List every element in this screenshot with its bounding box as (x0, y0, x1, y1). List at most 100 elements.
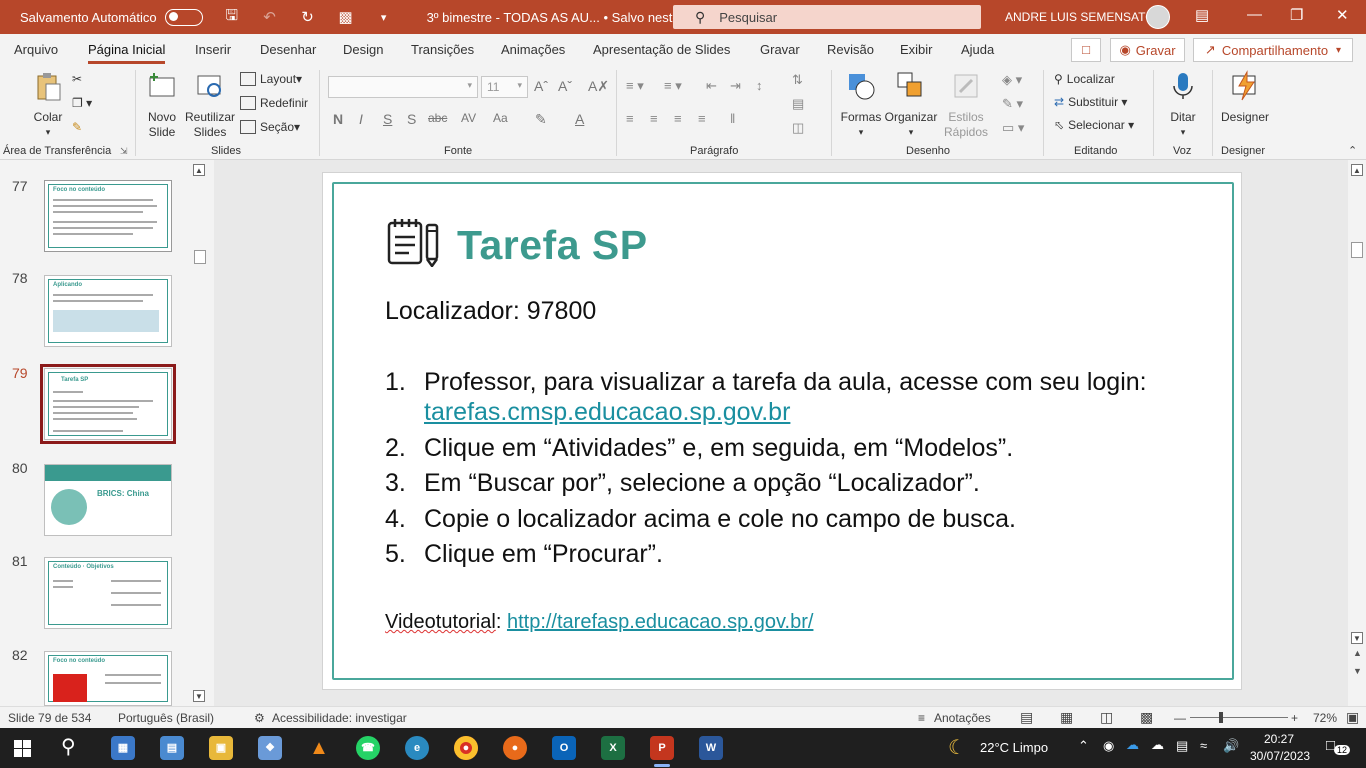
decrease-indent-icon[interactable]: ⇤ (706, 78, 717, 94)
underline-icon[interactable]: S (383, 111, 392, 127)
weather-status[interactable]: 22°C Limpo (980, 740, 1048, 755)
align-right-icon[interactable]: ≡ (674, 111, 682, 126)
tab-transicoes[interactable]: Transições (411, 42, 474, 57)
columns-icon[interactable]: ‖ (730, 111, 735, 126)
teams-icon[interactable]: ▤ (160, 736, 184, 760)
layout-button[interactable]: Layout ▾ (240, 72, 302, 86)
word-icon[interactable]: W (699, 736, 723, 760)
tab-exibir[interactable]: Exibir (900, 42, 933, 57)
accessibility-icon[interactable]: ⚙ (254, 711, 265, 725)
powerpoint-icon[interactable]: P (650, 736, 674, 767)
excel-icon[interactable]: X (601, 736, 625, 760)
tab-arquivo[interactable]: Arquivo (14, 42, 58, 57)
font-name-select[interactable]: ▾ (328, 76, 478, 98)
widgets-icon[interactable]: ▦ (111, 736, 135, 760)
quick-styles-button[interactable]: Estilos Rápidos (938, 70, 994, 140)
justify-icon[interactable]: ≡ (698, 111, 706, 126)
section-button[interactable]: Seção ▾ (240, 120, 300, 134)
record-button[interactable]: ◉ Gravar (1110, 38, 1185, 62)
chevron-up-icon[interactable]: ⌃ (1078, 738, 1089, 754)
slide-sorter-icon[interactable]: ▦ (1060, 709, 1073, 726)
autosave-toggle[interactable] (164, 8, 203, 26)
tab-apresentacao[interactable]: Apresentação de Slides (593, 42, 730, 57)
cloud-icon[interactable]: ☁ (1151, 737, 1164, 753)
tab-pagina-inicial[interactable]: Página Inicial (88, 42, 166, 64)
highlight-icon[interactable]: ✎ (535, 111, 547, 128)
tab-ajuda[interactable]: Ajuda (961, 42, 994, 57)
scroll-down-arrow[interactable]: ▼ (193, 690, 205, 702)
select-button[interactable]: ⬁ Selecionar ▾ (1054, 118, 1134, 132)
numbering-icon[interactable]: ≡ ▾ (664, 78, 682, 94)
paint-icon[interactable]: ❖ (258, 736, 282, 760)
font-size-select[interactable]: 11 ▾ (481, 76, 528, 98)
format-painter-icon[interactable]: ✎ (72, 120, 82, 134)
increase-indent-icon[interactable]: ⇥ (730, 78, 741, 94)
fit-slide-icon[interactable]: ▣ (1346, 709, 1359, 726)
scroll-up-arrow[interactable]: ▲ (1351, 164, 1363, 176)
edge-icon[interactable]: e (405, 736, 429, 760)
slide-thumbnail-81[interactable]: Conteúdo · Objetivos (44, 557, 172, 629)
dialog-launcher-icon[interactable]: ⇲ (120, 146, 128, 157)
avatar[interactable] (1146, 5, 1170, 29)
next-slide-icon[interactable]: ▼ (1353, 666, 1362, 676)
autosave[interactable]: Salvamento Automático (20, 8, 203, 26)
chrome-icon[interactable]: ● (454, 736, 478, 760)
designer-button[interactable]: Designer (1218, 70, 1272, 125)
tab-desenhar[interactable]: Desenhar (260, 42, 316, 57)
shape-fill-icon[interactable]: ◈ ▾ (1002, 72, 1022, 88)
clear-format-icon[interactable]: A✗ (588, 78, 609, 95)
reset-button[interactable]: Redefinir (240, 96, 308, 110)
meet-icon[interactable]: ◉ (1103, 738, 1114, 754)
clock-time[interactable]: 20:27 (1264, 732, 1294, 746)
ribbon-display-icon[interactable]: ▤ (1195, 6, 1209, 24)
slide-thumbnail-77[interactable]: Foco no conteúdo (44, 180, 172, 252)
thumbnail-scrollbar[interactable]: ▲ ▼ (193, 160, 207, 706)
zoom-level[interactable]: 72% (1313, 711, 1337, 725)
tab-revisao[interactable]: Revisão (827, 42, 874, 57)
present-icon[interactable]: ▩ (337, 8, 355, 26)
tab-animacoes[interactable]: Animações (501, 42, 565, 57)
whatsapp-icon[interactable]: ☎ (356, 736, 380, 760)
italic-icon[interactable]: I (359, 111, 363, 127)
clock-date[interactable]: 30/07/2023 (1250, 749, 1310, 763)
align-text-icon[interactable]: ▤ (792, 96, 804, 112)
reuse-slides-button[interactable]: Reutilizar Slides (184, 70, 236, 140)
font-color-icon[interactable]: A (575, 111, 584, 127)
file-explorer-icon[interactable]: ▣ (209, 736, 233, 760)
notes-button[interactable]: Anotações (934, 711, 991, 725)
previous-slide-icon[interactable]: ▲ (1353, 648, 1362, 658)
scroll-down-arrow[interactable]: ▼ (1351, 632, 1363, 644)
slide-title[interactable]: Tarefa SP (457, 222, 648, 269)
search-icon[interactable]: ⚲ (61, 734, 76, 759)
smartart-icon[interactable]: ◫ (792, 120, 804, 136)
slide-thumbnail-80[interactable]: BRICS: China (44, 464, 172, 536)
steps-list[interactable]: 1. Professor, para visualizar a tarefa d… (385, 367, 1165, 575)
scroll-up-arrow[interactable]: ▲ (193, 164, 205, 176)
slide-thumbnail-79[interactable]: Tarefa SP (40, 364, 176, 444)
collapse-ribbon-icon[interactable]: ⌃ (1348, 144, 1357, 157)
minimize-icon[interactable]: — (1247, 6, 1262, 23)
shapes-button[interactable]: Formas ▾ (838, 70, 884, 140)
slide-thumbnail-78[interactable]: Aplicando (44, 275, 172, 347)
bullets-icon[interactable]: ≡ ▾ (626, 78, 644, 94)
normal-view-icon[interactable]: ▤ (1020, 709, 1033, 726)
restore-icon[interactable]: ❐ (1290, 6, 1303, 24)
dictate-button[interactable]: Ditar ▾ (1162, 70, 1204, 140)
tarefas-link[interactable]: tarefas.cmsp.educacao.sp.gov.br (424, 398, 790, 426)
spacing-icon[interactable]: AV (461, 111, 476, 125)
decrease-font-icon[interactable]: Aˇ (558, 78, 572, 94)
save-icon[interactable]: 🖫 (223, 5, 241, 30)
search-input[interactable]: ⚲ Pesquisar (673, 5, 981, 29)
text-direction-icon[interactable]: ⇅ (792, 72, 803, 88)
arrange-button[interactable]: Organizar ▾ (884, 70, 938, 140)
zoom-slider-thumb[interactable] (1219, 712, 1223, 723)
tab-gravar[interactable]: Gravar (760, 42, 800, 57)
weather-icon[interactable]: ☾ (948, 735, 966, 760)
notes-icon[interactable]: ≡ (918, 711, 925, 725)
increase-font-icon[interactable]: Aˆ (534, 78, 548, 94)
zoom-out-icon[interactable]: — (1174, 711, 1186, 725)
user-name[interactable]: ANDRE LUIS SEMENSATO (1005, 10, 1155, 24)
videotutorial-line[interactable]: Videotutorial: http://tarefasp.educacao.… (385, 611, 813, 634)
windows-start-icon[interactable] (14, 740, 31, 757)
case-icon[interactable]: Aa (493, 111, 508, 125)
